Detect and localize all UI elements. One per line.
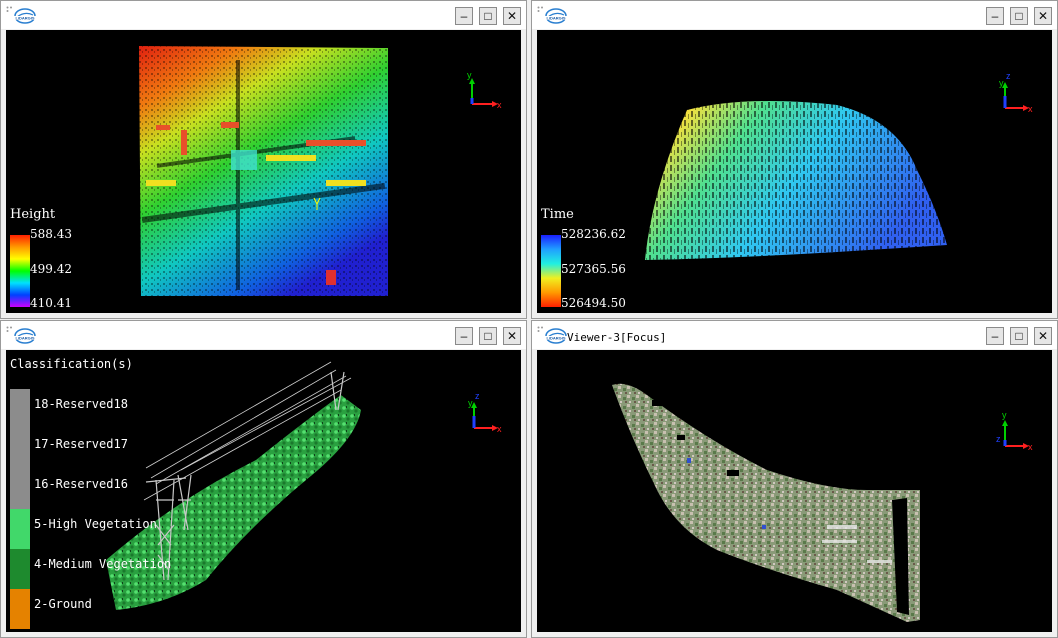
app-logo-icon: LiDARGIS [544, 8, 568, 24]
class-label-5: 5-High Vegetation [34, 517, 157, 531]
time-color-bar [541, 235, 561, 307]
svg-text:LiDARGIS: LiDARGIS [546, 336, 565, 341]
class-swatch-2 [10, 589, 30, 629]
maximize-button[interactable]: □ [1010, 7, 1028, 25]
close-icon: ✕ [506, 9, 518, 23]
close-icon: ✕ [506, 329, 518, 343]
app-logo-icon: LiDARGIS [13, 328, 37, 344]
axis-y-label: y [468, 398, 473, 408]
class-swatch-16 [10, 469, 30, 509]
axis-x-label: x [497, 424, 502, 432]
classification-title: Classification(s) [10, 357, 133, 371]
axis-x-label: x [1028, 104, 1033, 112]
app-logo-icon: LiDARGIS [544, 328, 568, 344]
legend-mid-value: 499.42 [30, 262, 72, 276]
viewer-pane-2: LiDARGIS – □ ✕ Time 528236.62 527365.56 … [531, 0, 1058, 319]
class-label-16: 16-Reserved16 [34, 477, 128, 491]
class-swatch-18 [10, 389, 30, 429]
point-cloud-viewport[interactable]: y z x [537, 350, 1052, 632]
maximize-icon: □ [484, 329, 492, 343]
point-cloud-viewport[interactable]: Height 588.43 499.42 410.41 y x [6, 30, 521, 313]
legend-title: Height [10, 207, 56, 222]
class-label-17: 17-Reserved17 [34, 437, 128, 451]
minimize-icon: – [991, 9, 999, 23]
legend-title: Time [541, 207, 574, 222]
minimize-icon: – [991, 329, 999, 343]
axis-gizmo: z y x [999, 72, 1033, 112]
minimize-button[interactable]: – [455, 327, 473, 345]
class-swatch-17 [10, 429, 30, 469]
axis-x-label: x [497, 100, 502, 108]
minimize-icon: – [460, 9, 468, 23]
maximize-button[interactable]: □ [479, 327, 497, 345]
axis-gizmo: y z x [996, 410, 1033, 450]
close-button[interactable]: ✕ [503, 7, 521, 25]
point-cloud-viewport[interactable]: Classification(s) 18-Reserved18 17-Reser… [6, 350, 521, 632]
class-label-18: 18-Reserved18 [34, 397, 128, 411]
maximize-icon: □ [484, 9, 492, 23]
maximize-icon: □ [1015, 329, 1023, 343]
viewer-pane-3: LiDARGIS – □ ✕ Classification(s) 18-Rese… [0, 320, 527, 638]
viewer-titlebar[interactable]: LiDARGIS Viewer-3[Focus] – □ ✕ [532, 321, 1057, 349]
viewer-title: Viewer-3[Focus] [567, 331, 667, 344]
minimize-button[interactable]: – [986, 7, 1004, 25]
height-colored-point-cloud[interactable] [6, 30, 521, 313]
axis-x-label: x [1028, 442, 1033, 450]
height-color-bar [10, 235, 30, 307]
svg-text:LiDARGIS: LiDARGIS [15, 16, 34, 21]
minimize-icon: – [460, 329, 468, 343]
legend-mid-value: 527365.56 [561, 262, 626, 276]
maximize-button[interactable]: □ [479, 7, 497, 25]
close-icon: ✕ [1037, 329, 1049, 343]
minimize-button[interactable]: – [455, 7, 473, 25]
axis-gizmo: y x [467, 70, 502, 108]
axis-y-label: y [467, 70, 472, 80]
viewer-titlebar[interactable]: LiDARGIS – □ ✕ [1, 1, 526, 29]
maximize-button[interactable]: □ [1010, 327, 1028, 345]
svg-text:LiDARGIS: LiDARGIS [15, 336, 34, 341]
legend-min-value: 410.41 [30, 296, 72, 310]
class-swatch-5 [10, 509, 30, 549]
close-button[interactable]: ✕ [503, 327, 521, 345]
svg-text:LiDARGIS: LiDARGIS [546, 16, 565, 21]
axis-z-label: z [996, 434, 1001, 444]
legend-min-value: 526494.50 [561, 296, 626, 310]
minimize-button[interactable]: – [986, 327, 1004, 345]
close-button[interactable]: ✕ [1034, 7, 1052, 25]
viewer-titlebar[interactable]: LiDARGIS – □ ✕ [532, 1, 1057, 29]
viewer-pane-1: LiDARGIS – □ ✕ Height 588.43 499.42 410.… [0, 0, 527, 319]
axis-y-label: y [999, 78, 1004, 88]
close-button[interactable]: ✕ [1034, 327, 1052, 345]
app-logo-icon: LiDARGIS [13, 8, 37, 24]
close-icon: ✕ [1037, 9, 1049, 23]
axis-gizmo: z y x [468, 392, 502, 432]
legend-max-value: 588.43 [30, 227, 72, 241]
legend-max-value: 528236.62 [561, 227, 626, 241]
class-label-4: 4-Medium Vegetation [34, 557, 172, 571]
classification-legend: 18-Reserved18 17-Reserved17 16-Reserved1… [10, 389, 210, 629]
viewer-pane-4: LiDARGIS Viewer-3[Focus] – □ ✕ y z x [531, 320, 1058, 638]
axis-z-label: z [1006, 72, 1011, 81]
axis-z-label: z [475, 392, 480, 401]
axis-y-label: y [1002, 410, 1007, 420]
rgb-point-cloud[interactable] [537, 350, 1052, 632]
viewer-titlebar[interactable]: LiDARGIS – □ ✕ [1, 321, 526, 349]
class-swatch-4 [10, 549, 30, 589]
maximize-icon: □ [1015, 9, 1023, 23]
class-label-2: 2-Ground [34, 597, 92, 611]
point-cloud-viewport[interactable]: Time 528236.62 527365.56 526494.50 z y x [537, 30, 1052, 313]
